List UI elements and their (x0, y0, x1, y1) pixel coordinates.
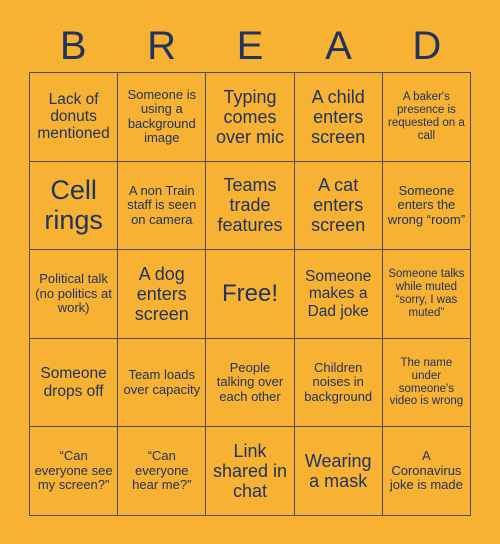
bingo-cell-label: Teams trade features (217, 175, 283, 236)
bingo-cell[interactable]: People talking over each other (206, 338, 295, 428)
bingo-cell-label: Someone talks while muted “sorry, I was … (388, 268, 465, 319)
bingo-cell-free[interactable]: Free! (206, 250, 295, 339)
bingo-cell[interactable]: A cat enters screen (294, 161, 383, 251)
bingo-cell[interactable]: Wearing a mask (294, 427, 383, 516)
bingo-cell-label: “Can everyone hear me?” (132, 448, 192, 493)
bingo-cell[interactable]: Someone drops off (30, 338, 119, 428)
bingo-cell[interactable]: Team loads over capacity (118, 338, 207, 428)
bingo-cell-label: Lack of donuts mentioned (37, 90, 110, 143)
bingo-cell-label: Team loads over capacity (123, 367, 201, 397)
bingo-cell[interactable]: Someone talks while muted “sorry, I was … (382, 250, 471, 339)
bingo-cell[interactable]: Children noises in background (294, 338, 383, 428)
bingo-cell-label: Typing comes over mic (215, 86, 284, 147)
bingo-cell[interactable]: “Can everyone see my screen?” (30, 427, 119, 516)
bingo-cell[interactable]: A non Train staff is seen on camera (118, 161, 207, 251)
bingo-cell-label: A baker's presence is requested on a cal… (388, 91, 465, 142)
bingo-cell[interactable]: Someone makes a Dad joke (294, 250, 383, 339)
bingo-cell-label: Political talk (no politics at work) (35, 271, 112, 316)
bingo-card: B R E A D Lack of donuts mentioned Someo… (0, 0, 500, 544)
bingo-cell-label: Wearing a mask (304, 451, 372, 492)
bingo-cell[interactable]: A baker's presence is requested on a cal… (382, 73, 471, 162)
bingo-cell-label: The name under someone's video is wrong (389, 356, 464, 408)
bingo-cell-label: Someone drops off (40, 365, 107, 400)
bingo-cell[interactable]: Someone is using a background image (118, 73, 207, 162)
bingo-grid: Lack of donuts mentioned Someone is usin… (29, 72, 471, 516)
bingo-cell-label: Someone is using a background image (127, 86, 197, 146)
bingo-cell[interactable]: A child enters screen (294, 73, 383, 162)
bingo-cell[interactable]: Typing comes over mic (206, 73, 295, 162)
bingo-cell-label: Someone makes a Dad joke (305, 267, 372, 320)
bingo-header: B R E A D (29, 20, 471, 72)
bingo-cell-label: Free! (221, 279, 278, 307)
bingo-cell-label: A child enters screen (311, 86, 366, 147)
header-letter-1: R (147, 24, 177, 68)
bingo-cell[interactable]: Cell rings (30, 161, 119, 251)
bingo-cell[interactable]: Political talk (no politics at work) (30, 250, 119, 339)
bingo-cell[interactable]: A dog enters screen (118, 250, 207, 339)
bingo-cell-label: People talking over each other (216, 359, 284, 404)
bingo-cell[interactable]: “Can everyone hear me?” (118, 427, 207, 516)
bingo-cell-label: Cell rings (44, 175, 103, 236)
header-letter-3: A (325, 24, 352, 68)
bingo-cell-label: “Can everyone see my screen?” (34, 448, 113, 493)
bingo-cell[interactable]: Lack of donuts mentioned (30, 73, 119, 162)
bingo-cell-label: A cat enters screen (311, 175, 366, 236)
header-letter-0: B (59, 24, 87, 68)
header-letter-4: D (412, 24, 442, 68)
bingo-cell-label: A dog enters screen (134, 263, 189, 325)
bingo-cell[interactable]: Link shared in chat (206, 427, 295, 516)
bingo-cell-label: Children noises in background (304, 359, 373, 404)
bingo-cell[interactable]: A Coronavirus joke is made (382, 427, 471, 516)
bingo-cell[interactable]: Someone enters the wrong “room” (382, 161, 471, 251)
bingo-cell-label: A non Train staff is seen on camera (127, 182, 197, 227)
bingo-cell[interactable]: The name under someone's video is wrong (382, 338, 471, 428)
bingo-cell-label: Someone enters the wrong “room” (387, 182, 466, 227)
header-letter-2: E (236, 24, 264, 68)
bingo-cell-label: Link shared in chat (212, 440, 288, 502)
bingo-cell[interactable]: Teams trade features (206, 161, 295, 251)
bingo-cell-label: A Coronavirus joke is made (389, 448, 463, 493)
